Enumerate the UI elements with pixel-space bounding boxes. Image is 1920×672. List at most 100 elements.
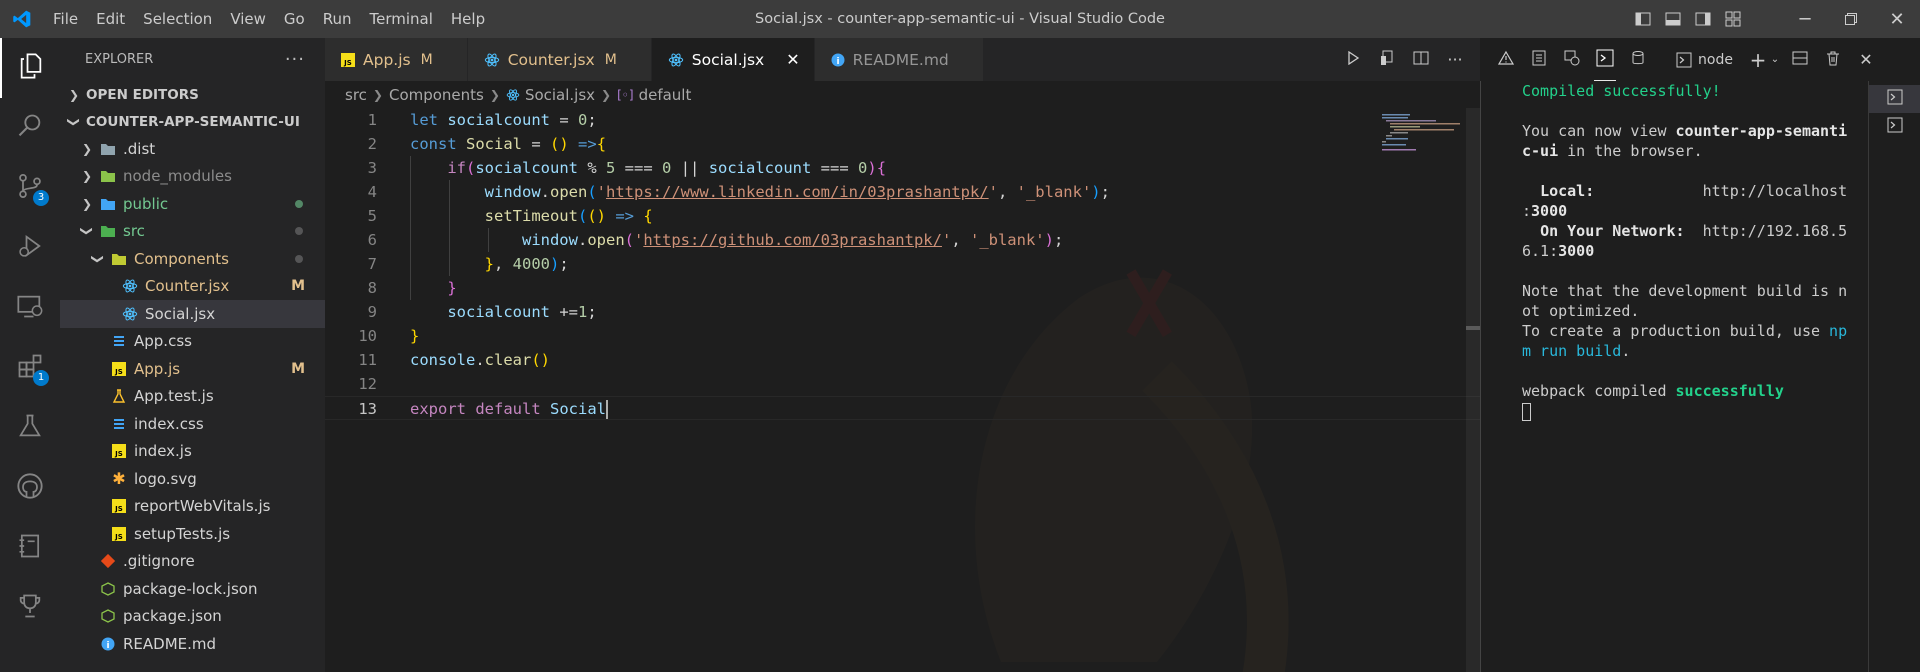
split-terminal-button[interactable]	[1785, 45, 1815, 75]
tab-readme-md[interactable]: i README.md	[814, 38, 984, 81]
code-token: ===	[615, 159, 663, 177]
code-token: '	[988, 183, 998, 201]
tree-item[interactable]: ❯ public	[60, 190, 325, 218]
database-tab[interactable]	[1623, 45, 1653, 75]
run-file-icon[interactable]	[1336, 50, 1370, 69]
scrollbar-thumb[interactable]	[1466, 326, 1480, 330]
restore-button[interactable]	[1828, 0, 1874, 38]
menu-go[interactable]: Go	[275, 0, 314, 38]
source-control-activity[interactable]: 3	[0, 158, 60, 218]
code-token: '_blank'	[1016, 183, 1092, 201]
menu-selection[interactable]: Selection	[134, 0, 221, 38]
breadcrumb-components[interactable]: Components	[389, 86, 484, 104]
problems-tab[interactable]	[1491, 45, 1521, 75]
trash-icon	[1825, 50, 1841, 70]
tree-item[interactable]: .gitignore	[60, 548, 325, 576]
notebook-activity[interactable]	[0, 518, 60, 578]
menu-run[interactable]: Run	[314, 0, 361, 38]
split-editor-icon[interactable]	[1404, 50, 1438, 70]
terminal-tab[interactable]	[1590, 45, 1620, 81]
explorer-activity[interactable]	[0, 38, 60, 98]
terminal-text: To create a production build, use	[1522, 322, 1830, 340]
open-preview-icon[interactable]	[1370, 50, 1404, 70]
code-token: socialcount	[447, 303, 550, 321]
customize-layout-icon[interactable]	[1721, 0, 1745, 38]
toggle-sidebar-icon[interactable]	[1631, 0, 1655, 38]
tree-item[interactable]: Social.jsx	[60, 300, 325, 328]
vertical-scrollbar[interactable]	[1466, 108, 1480, 672]
close-icon[interactable]: ✕	[786, 50, 799, 69]
tab-social-jsx[interactable]: Social.jsx ✕	[651, 38, 815, 81]
run-debug-activity[interactable]	[0, 218, 60, 278]
tree-item[interactable]: i README.md	[60, 630, 325, 658]
tree-item[interactable]: package.json	[60, 603, 325, 631]
output-tab[interactable]	[1524, 45, 1554, 75]
tab-app-js[interactable]: JS App.js M	[325, 38, 468, 81]
trophy-activity[interactable]	[0, 578, 60, 638]
testing-activity[interactable]	[0, 398, 60, 458]
tree-item[interactable]: JS index.js	[60, 438, 325, 466]
project-section[interactable]: ❯ COUNTER-APP-SEMANTIC-UI	[60, 108, 325, 135]
menu-edit[interactable]: Edit	[87, 0, 134, 38]
minimap[interactable]	[1370, 108, 1480, 672]
menu-terminal[interactable]: Terminal	[361, 0, 442, 38]
tree-item[interactable]: ✱ logo.svg	[60, 465, 325, 493]
tree-item[interactable]: ❯ src	[60, 218, 325, 246]
line-content: window.open('https://www.linkedin.com/in…	[410, 180, 1110, 204]
chevron-down-icon: ❯	[67, 116, 81, 127]
terminal-selector[interactable]: node	[1676, 52, 1733, 68]
tree-item[interactable]: App.test.js	[60, 383, 325, 411]
terminal-output[interactable]: Compiled successfully! You can now view c…	[1481, 81, 1866, 421]
tree-item[interactable]: ❯ node_modules	[60, 163, 325, 191]
menu-file[interactable]: File	[44, 0, 87, 38]
breadcrumb-symbol[interactable]: default	[639, 86, 692, 104]
tree-item[interactable]: package-lock.json	[60, 575, 325, 603]
split-icon	[1792, 50, 1808, 70]
breadcrumb-src[interactable]: src	[345, 86, 367, 104]
code-token: clear	[484, 351, 532, 369]
more-editor-actions-icon[interactable]: ···	[1438, 50, 1472, 69]
tree-item[interactable]: Counter.jsx M	[60, 273, 325, 301]
search-activity[interactable]	[0, 98, 60, 158]
code-token: socialcount	[708, 159, 812, 177]
tree-item[interactable]: JS setupTests.js	[60, 520, 325, 548]
terminal-text: 6.1:	[1522, 242, 1559, 260]
tree-item[interactable]: JS App.js M	[60, 355, 325, 383]
tree-item[interactable]: ❯ .dist	[60, 135, 325, 163]
tab-counter-jsx[interactable]: Counter.jsx M	[467, 38, 652, 81]
code-token: 1	[577, 303, 588, 321]
line-content: if(socialcount % 5 === 0 || socialcount …	[410, 156, 886, 180]
react-icon	[121, 305, 139, 323]
toggle-secondary-sidebar-icon[interactable]	[1691, 0, 1715, 38]
github-activity[interactable]	[0, 458, 60, 518]
menu-view[interactable]: View	[221, 0, 275, 38]
more-actions-icon[interactable]: ···	[285, 49, 305, 70]
tree-item[interactable]: JS reportWebVitals.js	[60, 493, 325, 521]
json-icon	[99, 580, 117, 598]
tree-item[interactable]: App.css	[60, 328, 325, 356]
code-editor[interactable]: 1 let socialcount = 0; 2 const Social = () …	[325, 108, 1480, 672]
close-panel-button[interactable]: ✕	[1851, 45, 1881, 75]
breadcrumb-file[interactable]: Social.jsx	[525, 86, 595, 104]
extensions-activity[interactable]: 1	[0, 338, 60, 398]
close-icon: ✕	[1859, 50, 1873, 69]
terminal-instance[interactable]	[1869, 113, 1920, 141]
tree-item[interactable]: ❯ Components	[60, 245, 325, 273]
minimize-button[interactable]: ─	[1782, 0, 1828, 38]
line-content: export default Social	[410, 397, 609, 421]
open-editors-section[interactable]: ❯ OPEN EDITORS	[60, 81, 325, 108]
menu-help[interactable]: Help	[442, 0, 494, 38]
close-window-button[interactable]: ✕	[1874, 0, 1920, 38]
remote-explorer-activity[interactable]	[0, 278, 60, 338]
tree-item[interactable]: index.css	[60, 410, 325, 438]
kill-terminal-button[interactable]	[1818, 45, 1848, 75]
debug-console-tab[interactable]	[1557, 45, 1587, 75]
terminal-dropdown[interactable]: ⌄	[1768, 45, 1782, 75]
line-content: }	[410, 276, 456, 300]
code-token: 5	[606, 159, 616, 177]
terminal-instance[interactable]	[1869, 85, 1920, 113]
toggle-panel-icon[interactable]	[1661, 0, 1685, 38]
